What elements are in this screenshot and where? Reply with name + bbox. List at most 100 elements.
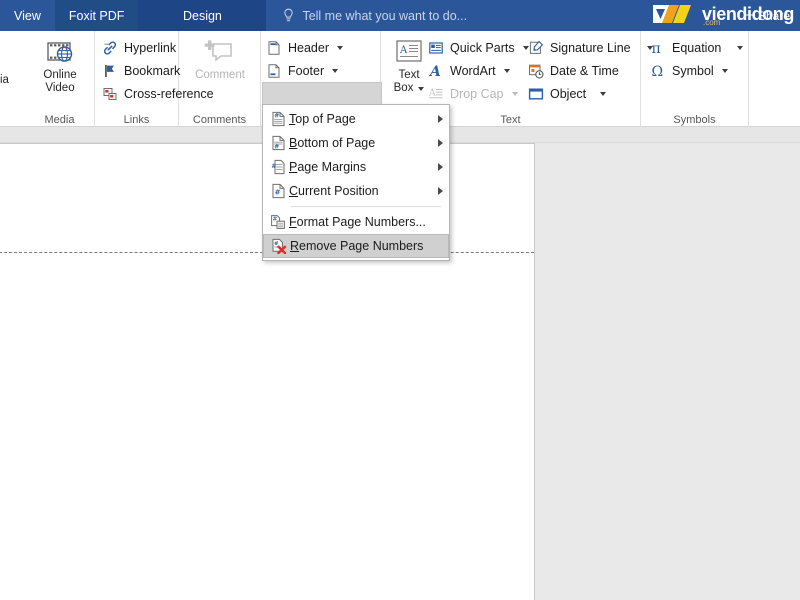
signature-line-icon bbox=[528, 40, 544, 56]
drop-cap-button[interactable]: A Drop Cap bbox=[425, 83, 521, 105]
tab-view[interactable]: View bbox=[0, 0, 55, 31]
online-video-button[interactable]: Online Video bbox=[29, 35, 91, 95]
svg-text:π: π bbox=[652, 41, 661, 56]
date-time-button[interactable]: Date & Time bbox=[525, 60, 622, 82]
remove-page-numbers-icon: # bbox=[268, 238, 290, 254]
menu-item-current-position-label: Current Position bbox=[289, 184, 379, 198]
share-button[interactable]: + Share bbox=[745, 0, 800, 31]
footer-icon bbox=[266, 63, 282, 79]
drop-cap-icon: A bbox=[428, 86, 444, 102]
tab-design-label: Design bbox=[182, 8, 222, 23]
chevron-down-icon bbox=[600, 92, 607, 96]
signature-line-label: Signature Line bbox=[550, 41, 631, 55]
svg-text:A: A bbox=[428, 64, 441, 79]
menu-item-page-margins-label: Page Margins bbox=[289, 160, 367, 174]
menu-item-current-position[interactable]: # Current Position bbox=[263, 179, 449, 203]
chevron-down-icon bbox=[737, 46, 744, 50]
tab-design[interactable]: Design bbox=[138, 0, 267, 31]
group-label-media: Media bbox=[44, 114, 75, 126]
signature-line-button[interactable]: Signature Line bbox=[525, 37, 656, 59]
menu-item-bottom-of-page-label: Bottom of Page bbox=[289, 136, 376, 150]
person-plus-icon: + bbox=[745, 7, 754, 24]
menu-item-top-of-page[interactable]: # Top of Page bbox=[263, 107, 449, 131]
svg-text:#: # bbox=[274, 144, 279, 151]
online-video-label-1: Online bbox=[43, 69, 77, 81]
header-icon bbox=[266, 40, 282, 56]
chevron-down-icon bbox=[503, 69, 510, 73]
bookmark-label: Bookmark bbox=[124, 64, 181, 78]
menu-item-page-margins[interactable]: # Page Margins bbox=[263, 155, 449, 179]
group-label-comments: Comments bbox=[192, 114, 247, 126]
new-comment-button[interactable]: Comment bbox=[189, 35, 251, 82]
menu-item-remove-page-numbers[interactable]: # Remove Page Numbers bbox=[263, 234, 449, 258]
tell-me-search[interactable]: Tell me what you want to do... bbox=[266, 0, 745, 31]
quick-parts-button[interactable]: Quick Parts bbox=[425, 37, 532, 59]
tab-foxit-pdf-label: Foxit PDF bbox=[68, 8, 125, 23]
ribbon-group-comments: Comment Comments bbox=[179, 31, 261, 127]
header-button[interactable]: Header bbox=[263, 37, 346, 59]
equation-button[interactable]: π Equation bbox=[647, 37, 746, 59]
tab-foxit-pdf[interactable]: Foxit PDF bbox=[54, 0, 139, 31]
svg-text:Ω: Ω bbox=[652, 64, 664, 79]
svg-text:A: A bbox=[399, 45, 408, 56]
page-number-menu-anchor bbox=[262, 82, 382, 104]
chevron-down-icon bbox=[721, 69, 728, 73]
svg-text:#: # bbox=[271, 163, 276, 170]
cross-reference-icon bbox=[102, 86, 118, 102]
svg-text:A: A bbox=[428, 89, 436, 99]
menu-item-top-of-page-label: Top of Page bbox=[289, 112, 356, 126]
svg-text:#: # bbox=[274, 188, 280, 196]
symbol-button[interactable]: Ω Symbol bbox=[647, 60, 731, 82]
partial-group-label: ia bbox=[0, 74, 9, 86]
svg-text:#: # bbox=[274, 112, 279, 119]
chevron-down-icon bbox=[337, 46, 343, 50]
text-box-icon: A bbox=[394, 35, 424, 69]
drop-cap-label: Drop Cap bbox=[450, 87, 504, 101]
quick-parts-icon bbox=[428, 40, 444, 56]
tab-view-label: View bbox=[14, 8, 41, 23]
ribbon-group-symbols: π Equation Ω Symbol Symbols bbox=[641, 31, 749, 127]
menu-item-format-page-numbers-label: Format Page Numbers... bbox=[289, 215, 426, 229]
text-box-label-1: Text bbox=[398, 69, 420, 81]
footer-button[interactable]: Footer bbox=[263, 60, 341, 82]
lightbulb-icon bbox=[284, 8, 294, 22]
chevron-right-icon bbox=[438, 187, 443, 195]
wordart-icon: A bbox=[428, 63, 444, 79]
page-number-dropdown-menu: # Top of Page # Bottom of Page # Page Ma… bbox=[262, 104, 450, 261]
menu-item-remove-page-numbers-label: Remove Page Numbers bbox=[290, 239, 424, 253]
online-video-label-2: Video bbox=[45, 82, 75, 94]
menu-separator bbox=[291, 206, 441, 207]
pi-equation-icon: π bbox=[650, 40, 666, 56]
chevron-down-icon bbox=[511, 92, 518, 96]
chevron-down-icon bbox=[332, 69, 339, 73]
chevron-right-icon bbox=[438, 163, 443, 171]
page-number-bottom-icon: # bbox=[267, 135, 289, 151]
chevron-down-icon bbox=[418, 86, 425, 91]
online-video-icon bbox=[45, 35, 75, 69]
object-label: Object bbox=[550, 87, 587, 101]
ribbon-tab-bar: View Foxit PDF Design Tell me what you w… bbox=[0, 0, 800, 31]
share-label: Share bbox=[757, 8, 790, 23]
quick-parts-label: Quick Parts bbox=[450, 41, 515, 55]
wordart-button[interactable]: A WordArt bbox=[425, 60, 513, 82]
page-number-top-icon: # bbox=[267, 111, 289, 127]
menu-item-format-page-numbers[interactable]: # Format Page Numbers... bbox=[263, 210, 449, 234]
menu-item-bottom-of-page[interactable]: # Bottom of Page bbox=[263, 131, 449, 155]
object-icon bbox=[528, 86, 544, 102]
bookmark-button[interactable]: Bookmark bbox=[99, 60, 183, 82]
omega-symbol-icon: Ω bbox=[650, 63, 666, 79]
format-page-numbers-icon: # bbox=[267, 214, 289, 230]
hyperlink-button[interactable]: Hyperlink bbox=[99, 37, 179, 59]
bookmark-icon bbox=[102, 63, 118, 79]
symbol-label: Symbol bbox=[672, 64, 714, 78]
group-label-symbols: Symbols bbox=[673, 114, 716, 126]
group-label-links: Links bbox=[123, 114, 150, 126]
object-button[interactable]: Object bbox=[525, 83, 609, 105]
text-box-label-2: Box bbox=[393, 82, 414, 94]
hyperlink-icon bbox=[102, 40, 118, 56]
word-window: View Foxit PDF Design Tell me what you w… bbox=[0, 0, 800, 600]
ribbon-group-media: Online Video Media bbox=[25, 31, 95, 127]
new-comment-label: Comment bbox=[195, 69, 245, 81]
date-time-icon bbox=[528, 63, 544, 79]
equation-label: Equation bbox=[672, 41, 722, 55]
